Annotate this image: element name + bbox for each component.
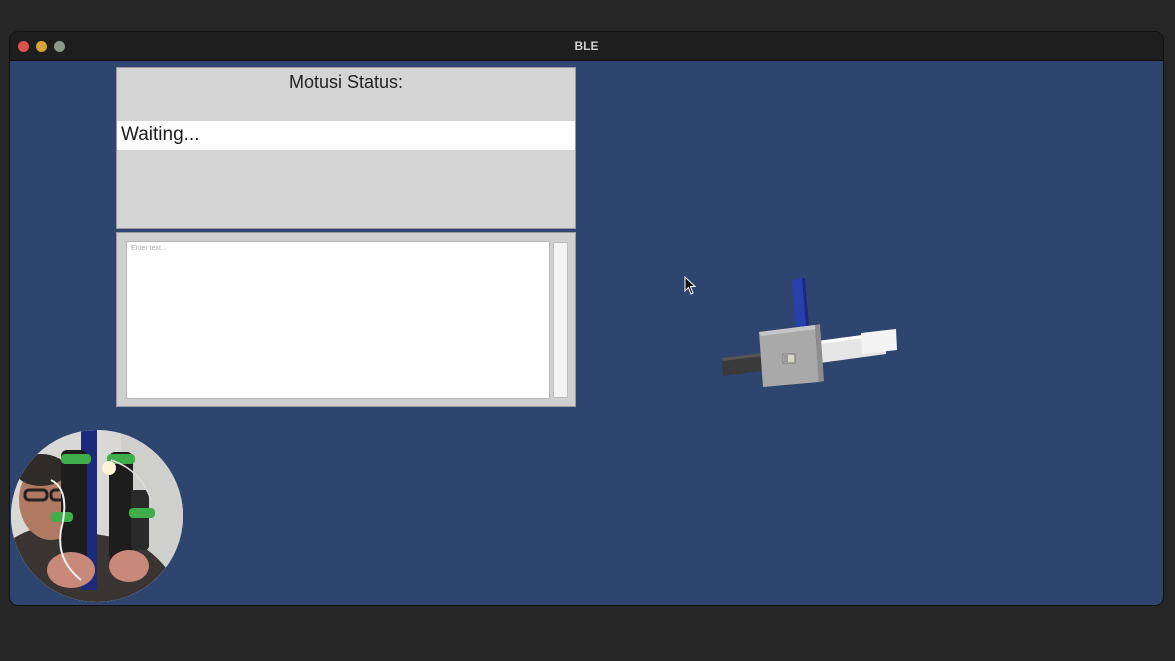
log-panel: [116, 232, 576, 407]
log-text-input[interactable]: [126, 241, 550, 399]
sensor-3d-model: [722, 278, 897, 387]
log-scrollbar[interactable]: [553, 242, 568, 398]
status-value-field: Waiting...: [117, 121, 575, 150]
desktop: BLE Motusi Status: Waiting...: [0, 0, 1175, 661]
webcam-overlay: [11, 430, 183, 602]
ble-app-window: BLE Motusi Status: Waiting...: [10, 32, 1163, 605]
title-bar[interactable]: BLE: [10, 32, 1163, 61]
status-panel: Motusi Status: Waiting...: [116, 67, 576, 229]
mouse-pointer-icon: [684, 276, 697, 295]
window-title: BLE: [574, 39, 599, 53]
scene-view: Motusi Status: Waiting...: [10, 61, 1163, 605]
status-title: Motusi Status:: [288, 72, 404, 92]
